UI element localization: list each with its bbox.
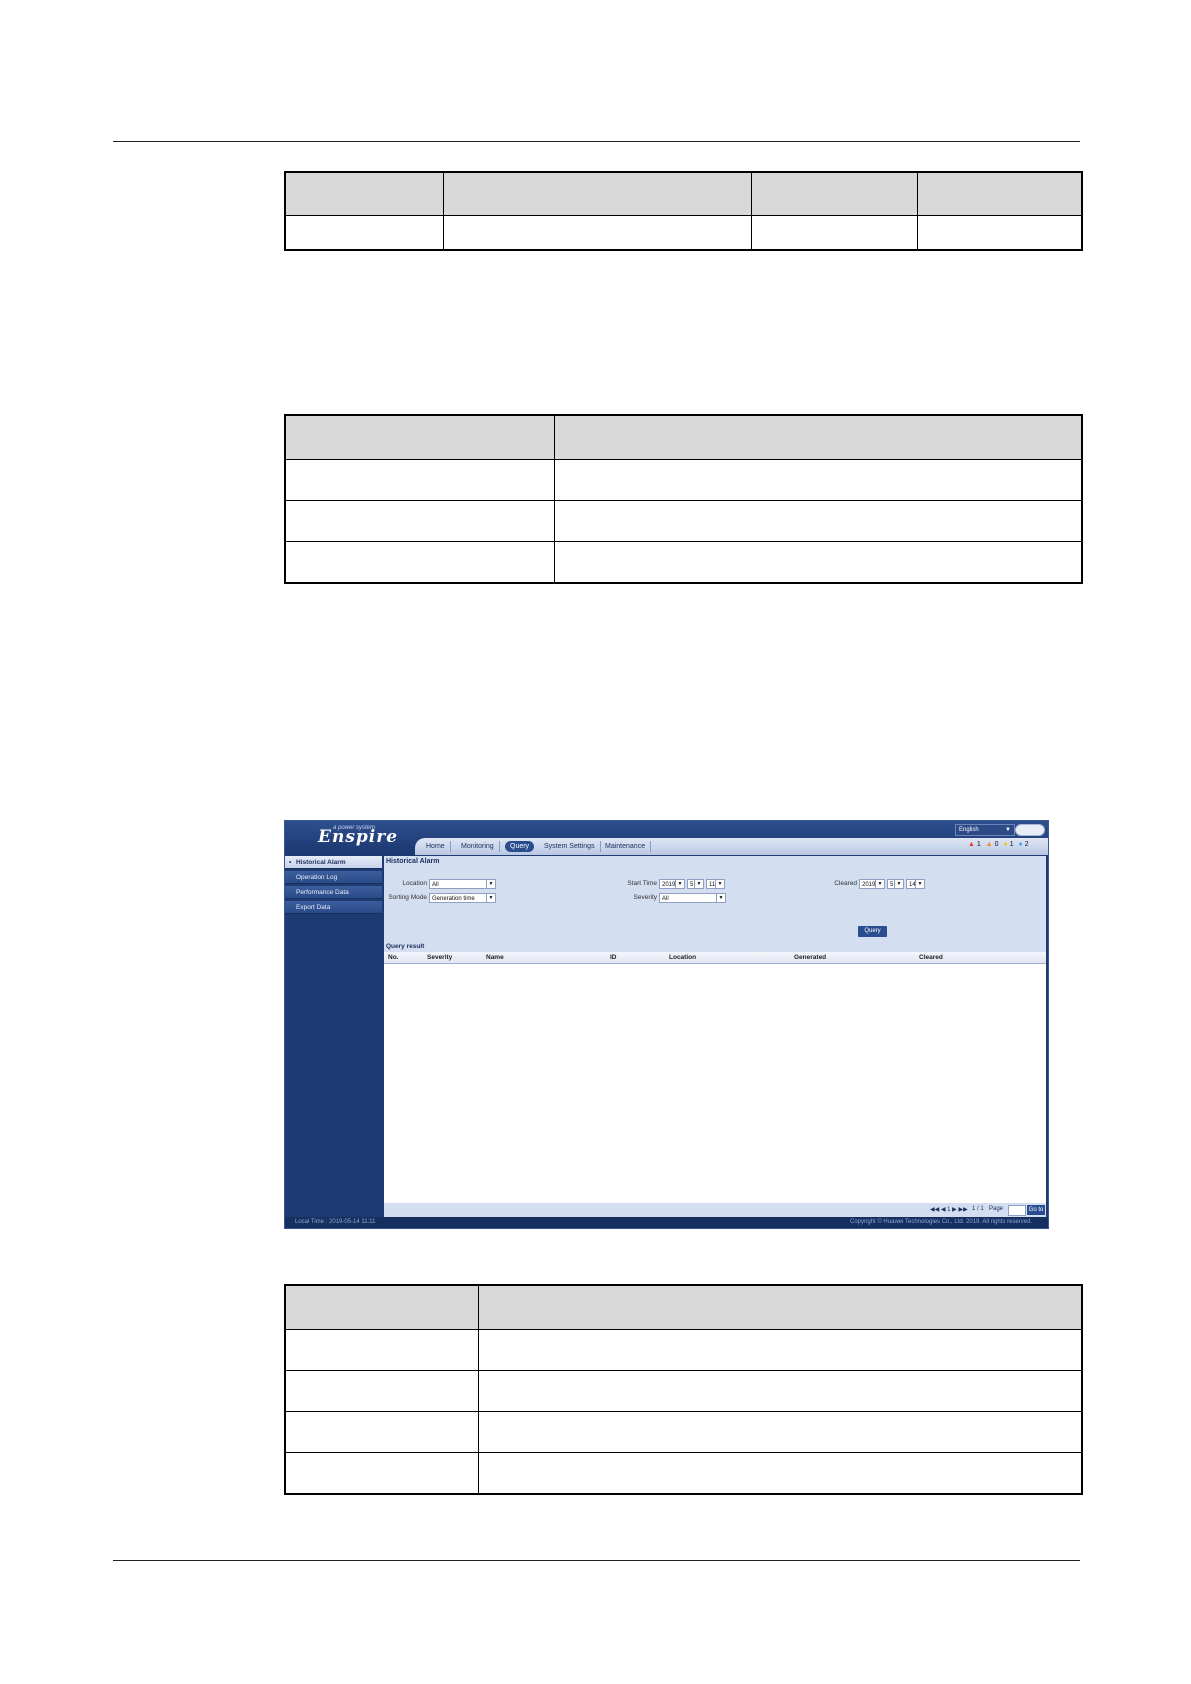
table-header-row <box>284 171 1083 216</box>
table-row <box>284 1452 1083 1495</box>
tab-home[interactable]: Home <box>421 841 451 852</box>
sidebar-item-historical-alarm[interactable]: • Historical Alarm <box>285 856 382 869</box>
tab-monitoring[interactable]: Monitoring <box>456 841 500 852</box>
parameter-table-3 <box>284 1284 1083 1495</box>
start-year-select[interactable]: 2019 ▼ <box>659 879 685 889</box>
start-month-select[interactable]: 5 ▼ <box>687 879 704 889</box>
logout-button[interactable] <box>1015 824 1045 836</box>
page-nav-buttons[interactable]: ◀◀ ◀ 1 ▶ ▶▶ <box>930 1206 968 1213</box>
historical-alarm-screenshot: a power system Enspire English ▼ Home Mo… <box>284 820 1049 1229</box>
copyright-text: Copyright © Huawei Technologies Co., Ltd… <box>850 1219 1033 1225</box>
sidebar-item-export-data[interactable]: Export Data <box>285 901 382 914</box>
bullet-icon: • <box>289 859 292 866</box>
chevron-down-icon: ▼ <box>716 894 725 902</box>
column-no[interactable]: No. <box>388 952 398 963</box>
table-row <box>284 541 1083 584</box>
main-panel: Historical Alarm Location All ▼ Sorting M… <box>384 856 1046 1217</box>
minor-alarm-count[interactable]: ● 1 <box>1004 841 1014 848</box>
tab-system-settings[interactable]: System Settings <box>539 841 601 852</box>
sorting-mode-label: Sorting Mode <box>388 894 427 901</box>
main-tabs: Home Monitoring Query System Settings Ma… <box>415 838 1048 855</box>
minor-alarm-icon: ● <box>1003 841 1008 848</box>
sidebar-item-performance-data[interactable]: Performance Data <box>285 886 382 899</box>
major-alarm-icon: ▲ <box>985 841 993 848</box>
alarm-summary[interactable]: ▲ 1 ▲ 0 ● 1 ● 2 <box>968 841 1032 852</box>
chevron-down-icon: ▼ <box>894 880 903 888</box>
query-button[interactable]: Query <box>858 926 887 937</box>
table-row <box>284 1411 1083 1453</box>
table-row <box>284 459 1083 501</box>
sorting-mode-select[interactable]: Generation time ▼ <box>429 893 496 903</box>
footer-rule <box>113 1560 1080 1561</box>
warning-alarm-count[interactable]: ● 2 <box>1019 841 1029 848</box>
critical-alarm-icon: ▲ <box>968 841 975 848</box>
table-row <box>284 215 1083 251</box>
severity-select[interactable]: All ▼ <box>659 893 726 903</box>
query-result-label: Query result <box>386 943 425 950</box>
cleared-month-select[interactable]: 5 ▼ <box>887 879 904 889</box>
column-generated[interactable]: Generated <box>794 952 826 963</box>
chevron-down-icon: ▼ <box>875 880 884 888</box>
table-row <box>284 500 1083 542</box>
language-select[interactable]: English ▼ <box>955 824 1015 836</box>
chevron-down-icon: ▼ <box>486 880 495 888</box>
cleared-year-select[interactable]: 2019 ▼ <box>859 879 885 889</box>
app-header: a power system Enspire English ▼ Home Mo… <box>285 821 1048 855</box>
column-cleared[interactable]: Cleared <box>919 952 943 963</box>
chevron-down-icon: ▼ <box>675 880 684 888</box>
column-id[interactable]: ID <box>610 952 617 963</box>
start-time-label: Start Time <box>627 880 657 887</box>
chevron-down-icon: ▼ <box>486 894 495 902</box>
column-location[interactable]: Location <box>669 952 696 963</box>
result-table-header: No. Severity Name ID Location Generated … <box>384 952 1046 964</box>
table-header-row <box>284 1284 1083 1330</box>
table-header-row <box>284 414 1083 460</box>
parameter-table-2 <box>284 414 1083 584</box>
table-row <box>284 1370 1083 1412</box>
language-value: English <box>959 827 979 833</box>
tab-maintenance[interactable]: Maintenance <box>600 841 652 852</box>
column-severity[interactable]: Severity <box>427 952 452 963</box>
cleared-day-select[interactable]: 14 ▼ <box>906 879 925 889</box>
warning-alarm-icon: ● <box>1018 841 1023 848</box>
tab-query[interactable]: Query <box>505 841 535 852</box>
page-label: Page <box>989 1206 1004 1212</box>
cleared-label: Cleared <box>834 880 857 887</box>
critical-alarm-count[interactable]: ▲ 1 <box>968 841 981 848</box>
location-label: Location <box>402 880 427 887</box>
chevron-down-icon: ▼ <box>1005 827 1011 833</box>
sidebar-item-operation-log[interactable]: Operation Log <box>285 871 382 884</box>
goto-button[interactable]: Go to <box>1027 1205 1045 1215</box>
table-row <box>284 1329 1083 1371</box>
chevron-down-icon: ▼ <box>694 880 703 888</box>
sidebar: • Historical Alarm Operation Log Performa… <box>285 855 382 1217</box>
query-area: Historical Alarm Location All ▼ Sorting M… <box>384 856 1046 952</box>
major-alarm-count[interactable]: ▲ 0 <box>986 841 999 848</box>
pagination: ◀◀ ◀ 1 ▶ ▶▶ 1 / 1 Page Go to <box>384 1203 1046 1217</box>
location-select[interactable]: All ▼ <box>429 879 496 889</box>
app-footer: Local Time : 2019-05-14 11:11 Copyright … <box>285 1217 1048 1228</box>
page-count: 1 / 1 <box>972 1206 984 1212</box>
start-day-select[interactable]: 11 ▼ <box>706 879 725 889</box>
local-time: Local Time : 2019-05-14 11:11 <box>295 1219 376 1225</box>
page-number-input[interactable] <box>1008 1205 1026 1216</box>
severity-label: Severity <box>633 894 657 901</box>
chevron-down-icon: ▼ <box>715 880 724 888</box>
column-name[interactable]: Name <box>486 952 504 963</box>
chevron-down-icon: ▼ <box>915 880 924 888</box>
result-table-body <box>384 964 1046 1202</box>
parameter-table-1 <box>284 171 1083 251</box>
header-rule <box>113 141 1080 142</box>
enspire-logo: Enspire <box>318 827 399 847</box>
page-title: Historical Alarm <box>386 858 440 865</box>
